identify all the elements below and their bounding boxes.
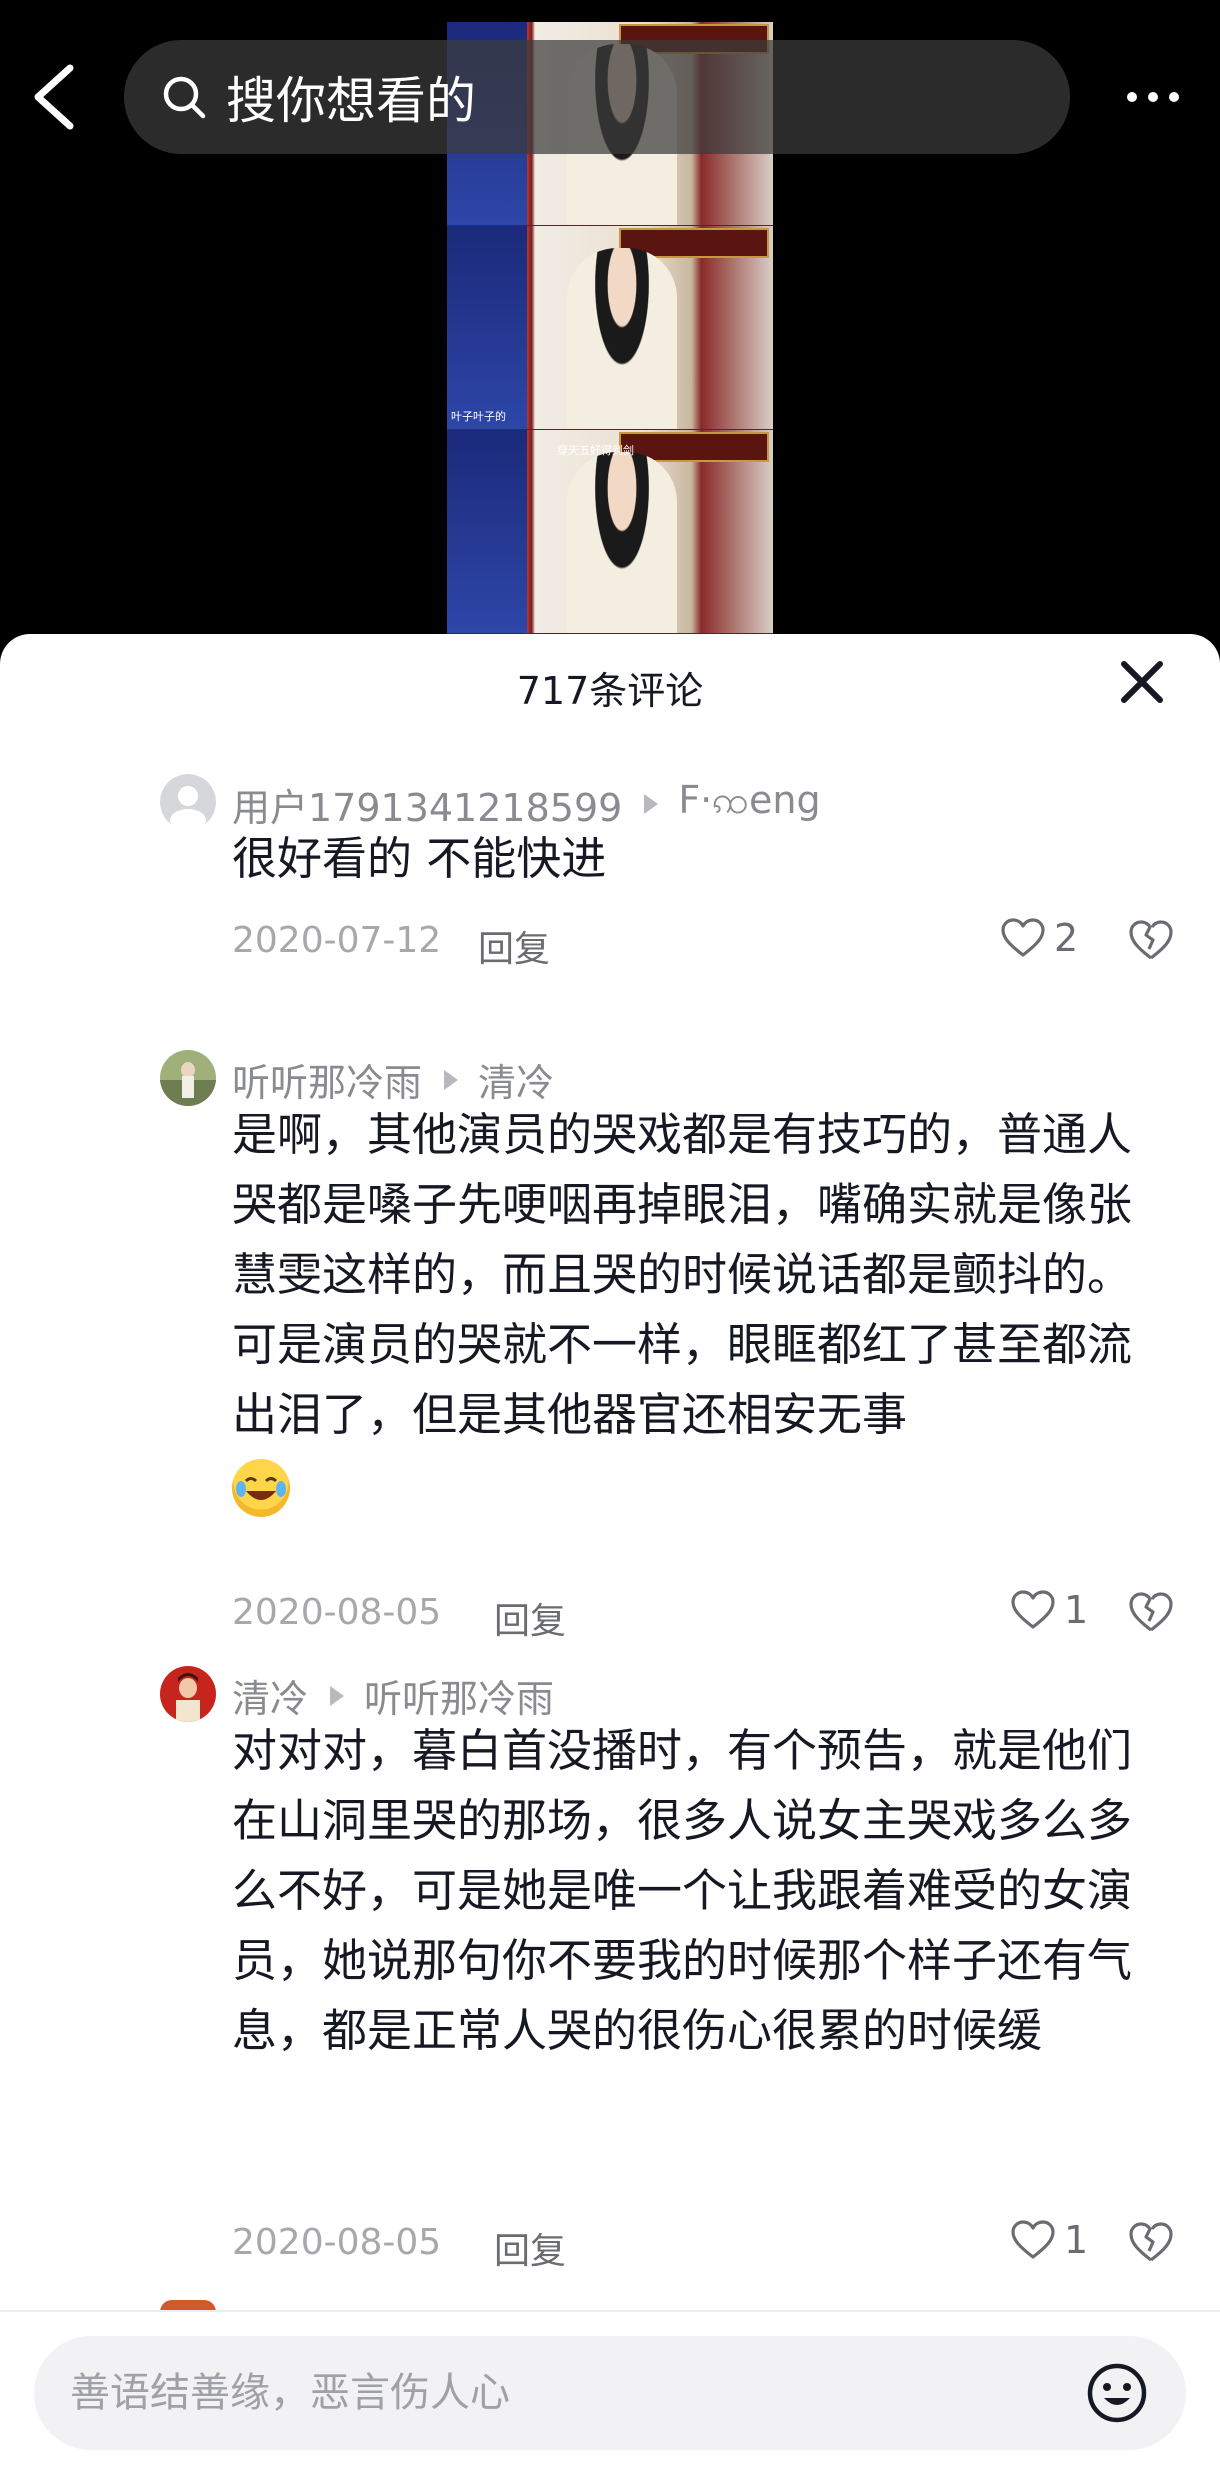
- avatar[interactable]: [160, 1666, 216, 1722]
- like-button[interactable]: 1: [1010, 1588, 1088, 1632]
- reply-button[interactable]: 回复: [494, 1592, 566, 1644]
- comment-username[interactable]: 听听那冷雨: [232, 1052, 422, 1107]
- video-figure-man: [447, 430, 527, 633]
- username-line: 听听那冷雨 清冷: [232, 1052, 554, 1107]
- comment-input-bar: [0, 2310, 1220, 2466]
- close-icon: [1121, 661, 1163, 703]
- like-count: 1: [1064, 2218, 1089, 2262]
- reply-button[interactable]: 回复: [478, 920, 550, 972]
- laughing-emoji-icon: [232, 1459, 290, 1517]
- comment-text-content: 是啊，其他演员的哭戏都是有技巧的，普通人哭都是嗓子先哽咽再掉眼泪，嘴确实就是像张…: [232, 1108, 1133, 1441]
- video-still-2: 叶子叶子的: [447, 226, 773, 430]
- avatar[interactable]: [160, 774, 216, 830]
- broken-heart-icon: [1129, 1592, 1173, 1632]
- reply-button[interactable]: 回复: [494, 2222, 566, 2274]
- dislike-button[interactable]: [1128, 918, 1174, 962]
- video-subtitle: 叶子叶子的: [451, 410, 506, 423]
- close-button[interactable]: [1116, 656, 1168, 708]
- heart-icon: [1011, 2220, 1055, 2259]
- avatar[interactable]: [160, 1050, 216, 1106]
- like-count: 1: [1064, 1588, 1089, 1632]
- reply-arrow-icon: [444, 1069, 459, 1090]
- reply-to-username[interactable]: 清冷: [478, 1052, 554, 1107]
- user-photo-avatar: [160, 1666, 216, 1722]
- username-line: 清冷 听听那冷雨: [232, 1668, 554, 1723]
- like-button[interactable]: 2: [1000, 916, 1078, 960]
- emoji-button[interactable]: [1086, 2362, 1148, 2424]
- comment-date: 2020-07-12: [232, 920, 442, 961]
- video-subtitle: 穿天五好得到剑: [557, 444, 634, 457]
- app-screen: 叶子叶子的 穿天五好得到剑 搜你想看的 717条评论 用户17913412185…: [0, 0, 1220, 2466]
- comment-input[interactable]: [70, 2336, 1050, 2450]
- reply-arrow-icon: [330, 1685, 345, 1706]
- like-count: 2: [1054, 916, 1079, 960]
- comment-text: 是啊，其他演员的哭戏都是有技巧的，普通人哭都是嗓子先哽咽再掉眼泪，嘴确实就是像张…: [232, 1100, 1172, 1520]
- user-photo-avatar: [160, 1050, 216, 1106]
- comment-text: 对对对，暮白首没播时，有个预告，就是他们在山洞里哭的那场，很多人说女主哭戏多么多…: [232, 1724, 1133, 2057]
- more-dots-icon: [1127, 92, 1179, 102]
- search-icon: [163, 76, 206, 119]
- back-button[interactable]: [26, 62, 82, 132]
- like-button[interactable]: 1: [1010, 2218, 1088, 2262]
- video-still-3: 穿天五好得到剑: [447, 430, 773, 634]
- reply-to-username[interactable]: 听听那冷雨: [364, 1668, 554, 1723]
- broken-heart-icon: [1129, 2222, 1173, 2262]
- search-placeholder: 搜你想看的: [226, 72, 476, 130]
- comment-username[interactable]: 清冷: [232, 1668, 308, 1723]
- heart-icon: [1001, 918, 1045, 957]
- video-figure-woman: [567, 248, 677, 429]
- comment-input-box[interactable]: [34, 2336, 1186, 2450]
- dislike-button[interactable]: [1128, 2220, 1174, 2264]
- default-avatar-icon: [160, 774, 216, 830]
- video-figure-man: [447, 226, 527, 429]
- comment-text: 很好看的 不能快进: [232, 832, 607, 885]
- more-button[interactable]: [1126, 80, 1180, 114]
- search-bar[interactable]: 搜你想看的: [124, 40, 1070, 154]
- comment-date: 2020-08-05: [232, 2222, 442, 2263]
- comments-sheet: 717条评论 用户1791341218599 F·ꩡeng 很好看的 不能快进 …: [0, 634, 1220, 2466]
- chevron-left-icon: [34, 64, 74, 130]
- comments-count-title: 717条评论: [516, 669, 704, 713]
- heart-icon: [1011, 1590, 1055, 1629]
- broken-heart-icon: [1129, 920, 1173, 960]
- comment-date: 2020-08-05: [232, 1592, 442, 1633]
- dislike-button[interactable]: [1128, 1590, 1174, 1634]
- video-figure-woman: [567, 452, 677, 633]
- reply-arrow-icon: [644, 794, 659, 814]
- emoji-smile-icon: [1087, 2363, 1147, 2423]
